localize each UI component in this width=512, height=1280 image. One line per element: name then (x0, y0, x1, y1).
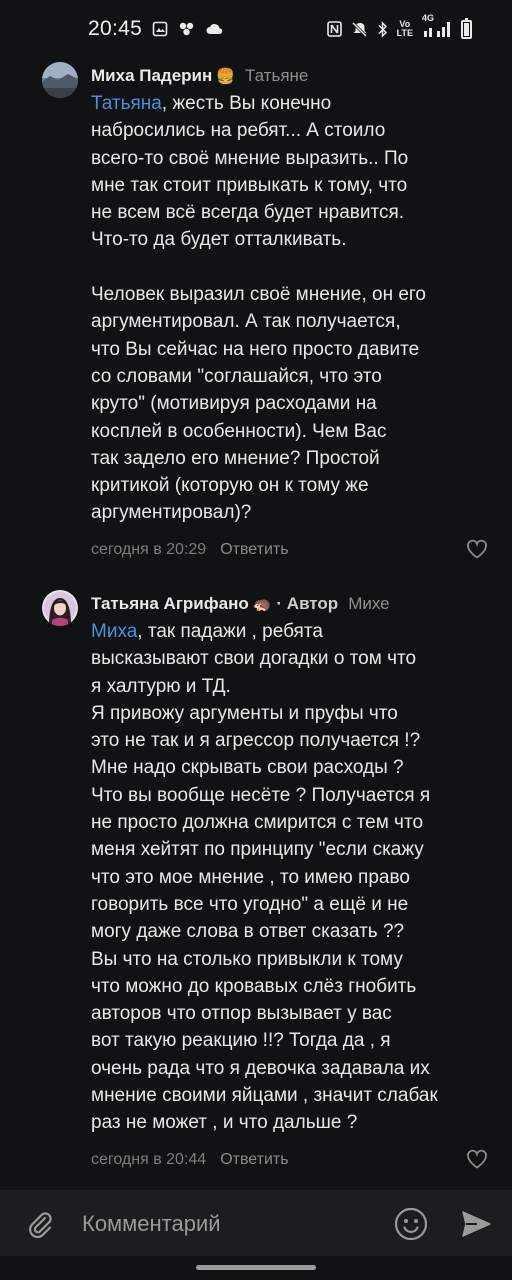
comment-input-bar (0, 1190, 512, 1256)
status-right: Vo LTE 4G (326, 14, 472, 39)
nfc-icon (326, 21, 342, 37)
avatar[interactable] (42, 590, 78, 626)
timestamp: сегодня в 20:29 (91, 541, 207, 558)
status-bar: 20:45 Vo LTE 4G (0, 0, 512, 58)
author-line: Миха Падерин 🍔 Татьяне (91, 66, 308, 86)
comment-meta: сегодня в 20:29 Ответить (91, 541, 289, 559)
mute-icon (351, 21, 368, 38)
comment-input[interactable] (82, 1207, 372, 1241)
comment-meta: сегодня в 20:44 Ответить (91, 1151, 289, 1169)
author-name[interactable]: Миха Падерин (91, 66, 212, 86)
author-line: Татьяна Агрифано 🦔 · Автор Михе (91, 594, 390, 614)
send-icon[interactable] (460, 1208, 492, 1240)
author-name[interactable]: Татьяна Агрифано (91, 594, 249, 614)
author-emoji: 🍔 (216, 68, 235, 85)
volte-icon: Vo LTE (397, 20, 413, 38)
paperclip-icon[interactable] (24, 1209, 56, 1241)
battery-fill (464, 22, 469, 36)
comment-text: Миха, так падажи , ребята высказывают св… (91, 618, 491, 1137)
emoji-icon[interactable] (394, 1207, 428, 1241)
timestamp: сегодня в 20:44 (91, 1151, 207, 1168)
network-label: 4G (422, 13, 435, 23)
home-indicator[interactable] (196, 1265, 316, 1270)
avatar[interactable] (42, 62, 78, 98)
cloud-icon (206, 23, 224, 35)
reply-button[interactable]: Ответить (220, 541, 288, 559)
heart-icon[interactable] (466, 1149, 488, 1169)
battery-icon (461, 17, 472, 39)
heart-icon[interactable] (466, 539, 488, 559)
author-badge: · Автор (276, 594, 339, 613)
author-emoji: 🦔 (252, 596, 272, 613)
reply-target[interactable]: Михе (348, 594, 389, 614)
comment-text: Татьяна, жесть Вы конечно набросились на… (91, 90, 491, 527)
comment-body-text: , так падажи , ребята высказывают свои д… (91, 621, 438, 1134)
comment-body-text: , жесть Вы конечно набросились на ребят.… (91, 93, 426, 524)
status-time: 20:45 (88, 17, 143, 40)
gallery-icon (152, 21, 168, 37)
volte-label: Vo LTE (396, 19, 413, 38)
mention-link[interactable]: Татьяна (91, 93, 162, 114)
reply-target[interactable]: Татьяне (245, 66, 308, 86)
status-left: 20:45 (88, 17, 224, 41)
bluetooth-icon (377, 20, 388, 38)
mention-link[interactable]: Миха (91, 621, 137, 642)
flower-icon (178, 21, 196, 37)
signal-icon: 4G (422, 14, 452, 37)
reply-button[interactable]: Ответить (220, 1151, 288, 1169)
